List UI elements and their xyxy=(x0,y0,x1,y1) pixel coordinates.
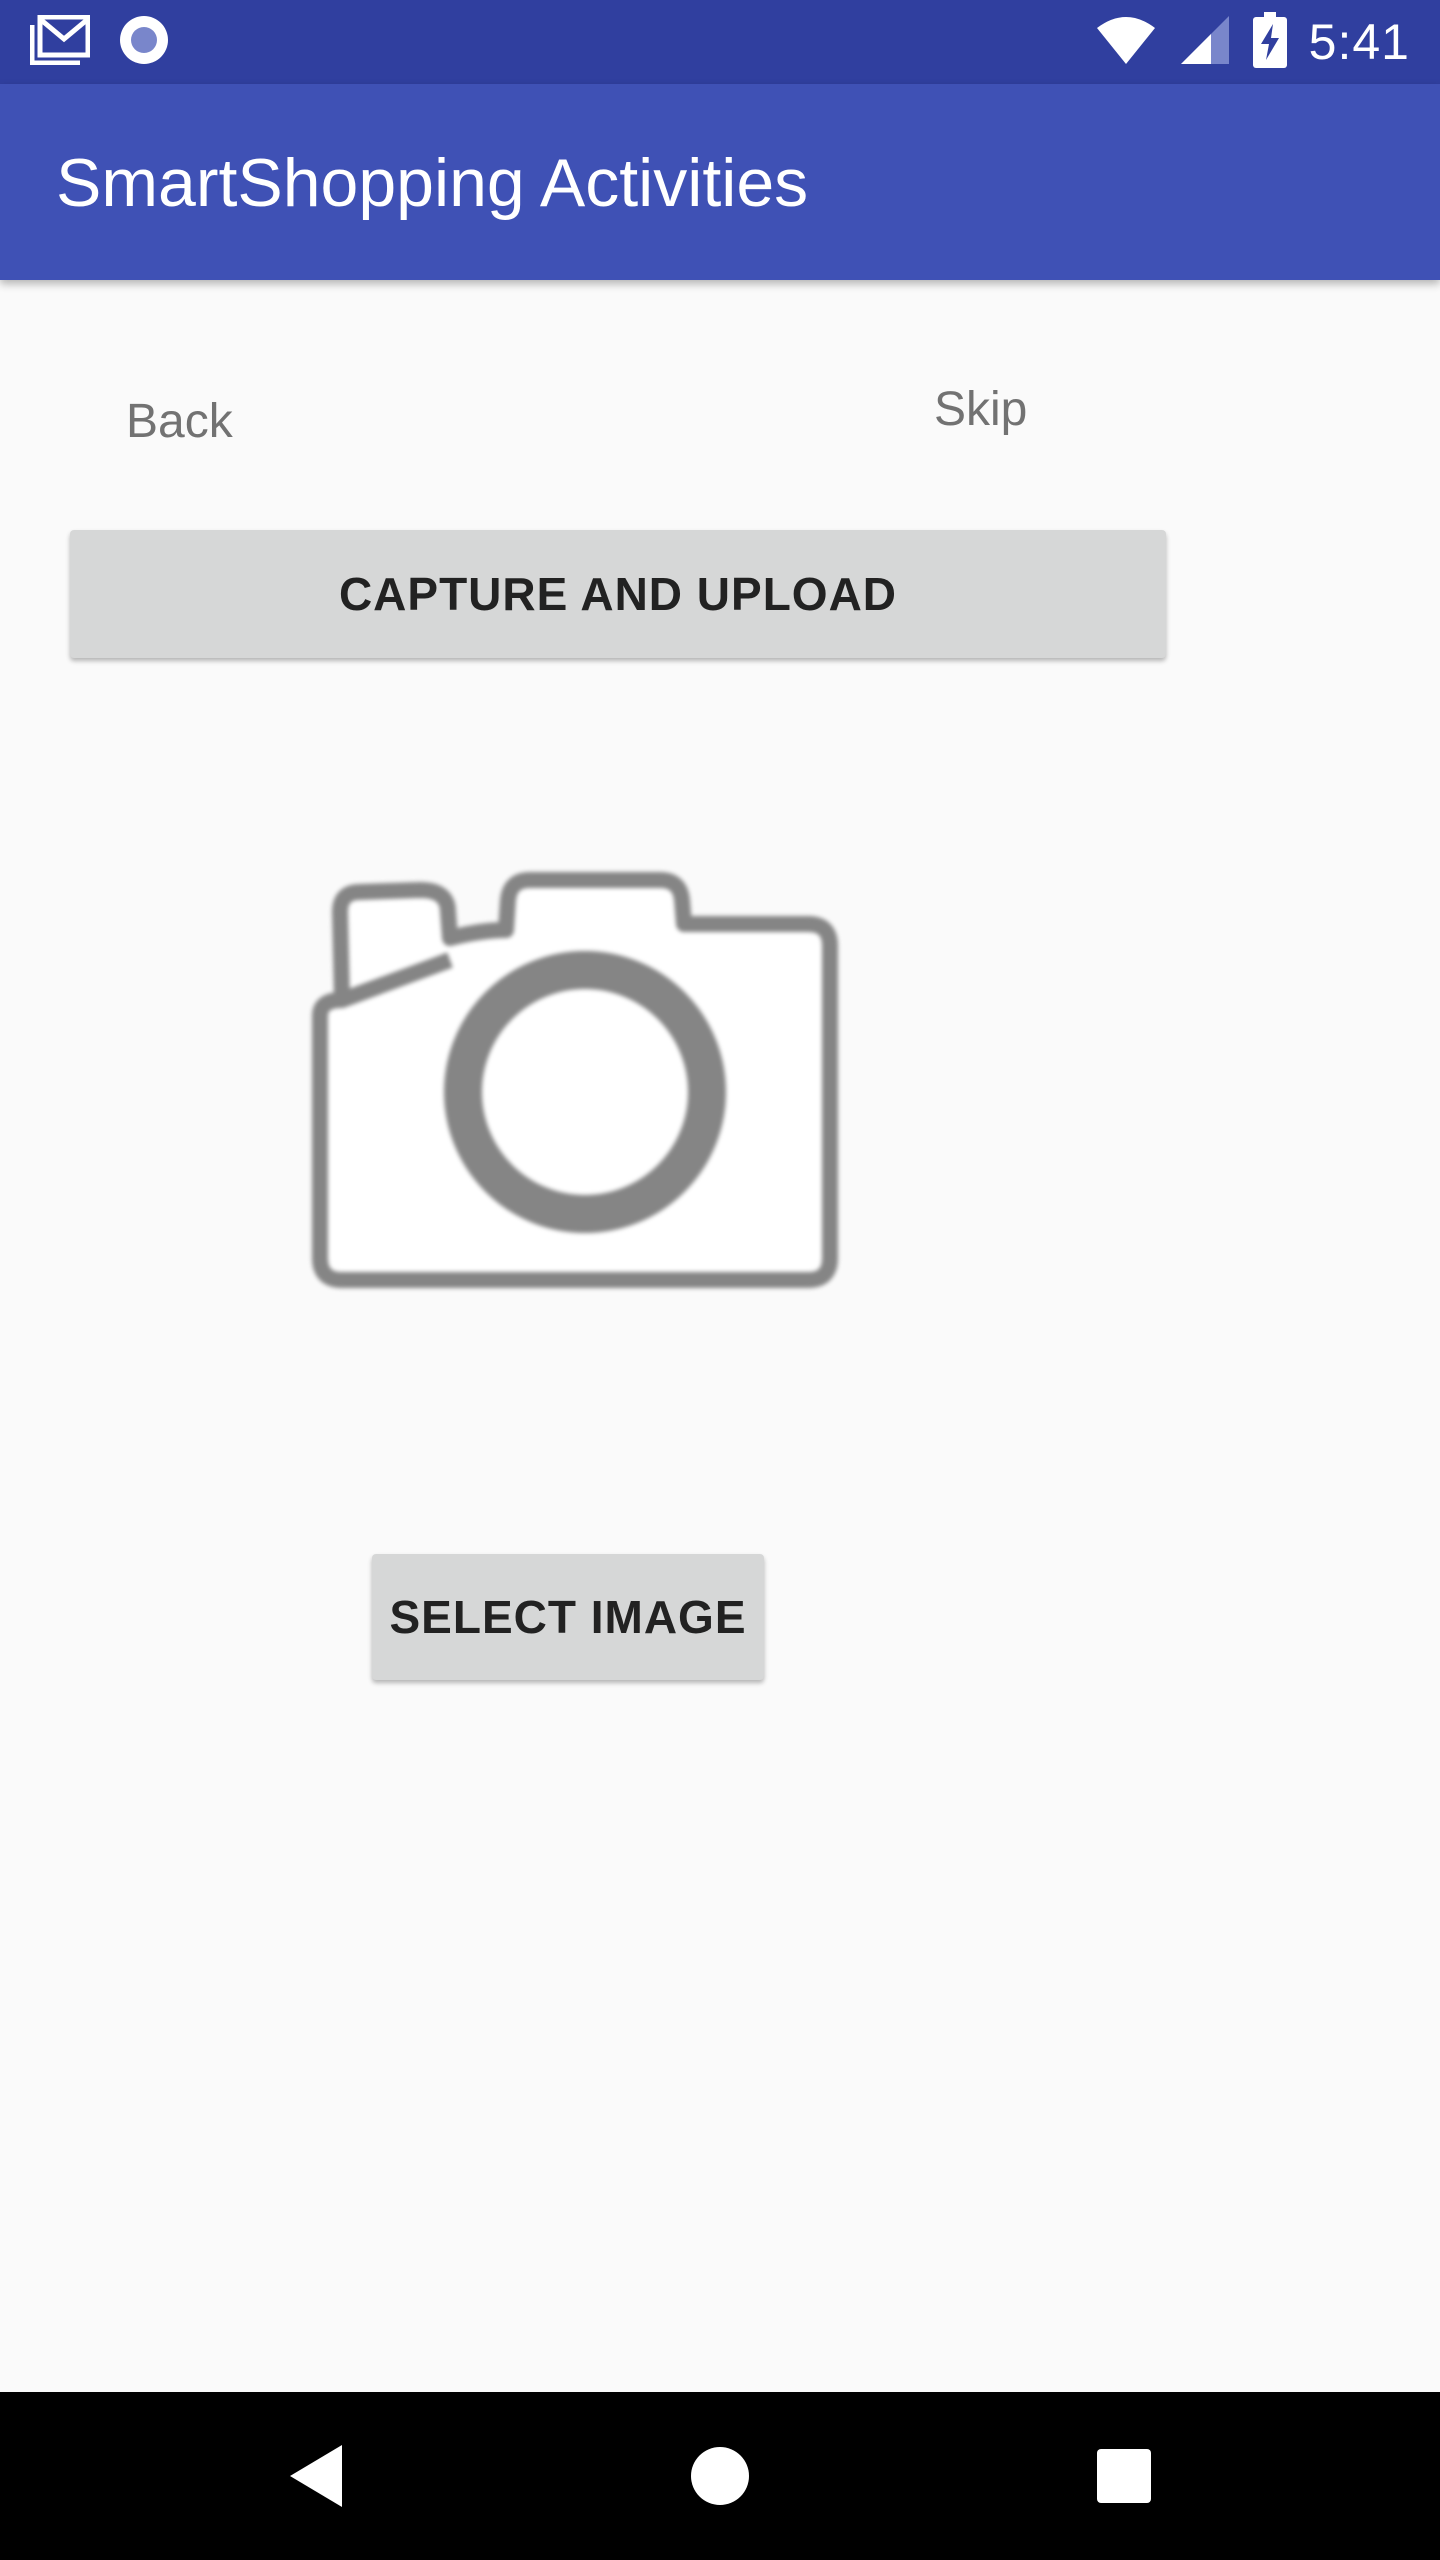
select-image-label: SELECT IMAGE xyxy=(389,1591,747,1643)
wifi-icon xyxy=(1095,14,1157,71)
camera-icon xyxy=(312,872,838,1288)
status-right: 5:41 xyxy=(1095,10,1410,74)
radio-icon xyxy=(118,14,170,71)
capture-and-upload-button[interactable]: CAPTURE AND UPLOAD xyxy=(70,530,1166,658)
cell-signal-icon xyxy=(1179,14,1231,71)
system-nav-bar xyxy=(0,2392,1440,2560)
back-triangle-icon xyxy=(290,2445,342,2507)
select-image-button[interactable]: SELECT IMAGE xyxy=(372,1554,764,1680)
skip-button[interactable]: Skip xyxy=(934,382,1027,437)
status-bar: 5:41 xyxy=(0,0,1440,84)
back-button[interactable]: Back xyxy=(126,394,233,449)
app-title: SmartShopping Activities xyxy=(56,145,809,221)
nav-back-button[interactable] xyxy=(276,2436,356,2516)
status-time: 5:41 xyxy=(1308,14,1410,70)
nav-home-button[interactable] xyxy=(680,2436,760,2516)
image-preview xyxy=(300,860,870,1320)
recents-square-icon xyxy=(1097,2449,1151,2503)
capture-and-upload-label: CAPTURE AND UPLOAD xyxy=(338,568,898,620)
status-left xyxy=(29,14,170,71)
nav-recents-button[interactable] xyxy=(1084,2436,1164,2516)
home-circle-icon xyxy=(691,2447,749,2505)
gmail-icon xyxy=(29,14,91,70)
battery-charging-icon xyxy=(1252,11,1287,73)
app-bar: SmartShopping Activities xyxy=(0,84,1440,280)
